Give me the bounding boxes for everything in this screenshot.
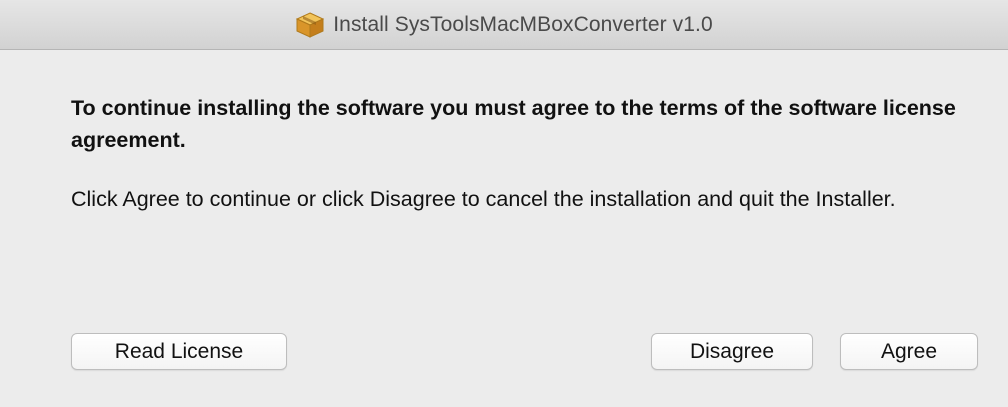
license-message: Click Agree to continue or click Disagre… bbox=[71, 187, 896, 211]
dialog-content: To continue installing the software you … bbox=[0, 51, 1008, 407]
disagree-button[interactable]: Disagree bbox=[651, 333, 813, 370]
window-title: Install SysToolsMacMBoxConverter v1.0 bbox=[333, 12, 713, 36]
read-license-button[interactable]: Read License bbox=[71, 333, 287, 370]
agree-button[interactable]: Agree bbox=[840, 333, 978, 370]
title-bar[interactable]: Install SysToolsMacMBoxConverter v1.0 bbox=[0, 0, 1008, 50]
installer-package-icon bbox=[295, 11, 325, 39]
installer-window: Install SysToolsMacMBoxConverter v1.0 To… bbox=[0, 0, 1008, 407]
license-heading: To continue installing the software you … bbox=[71, 96, 956, 152]
title-group: Install SysToolsMacMBoxConverter v1.0 bbox=[295, 11, 713, 39]
